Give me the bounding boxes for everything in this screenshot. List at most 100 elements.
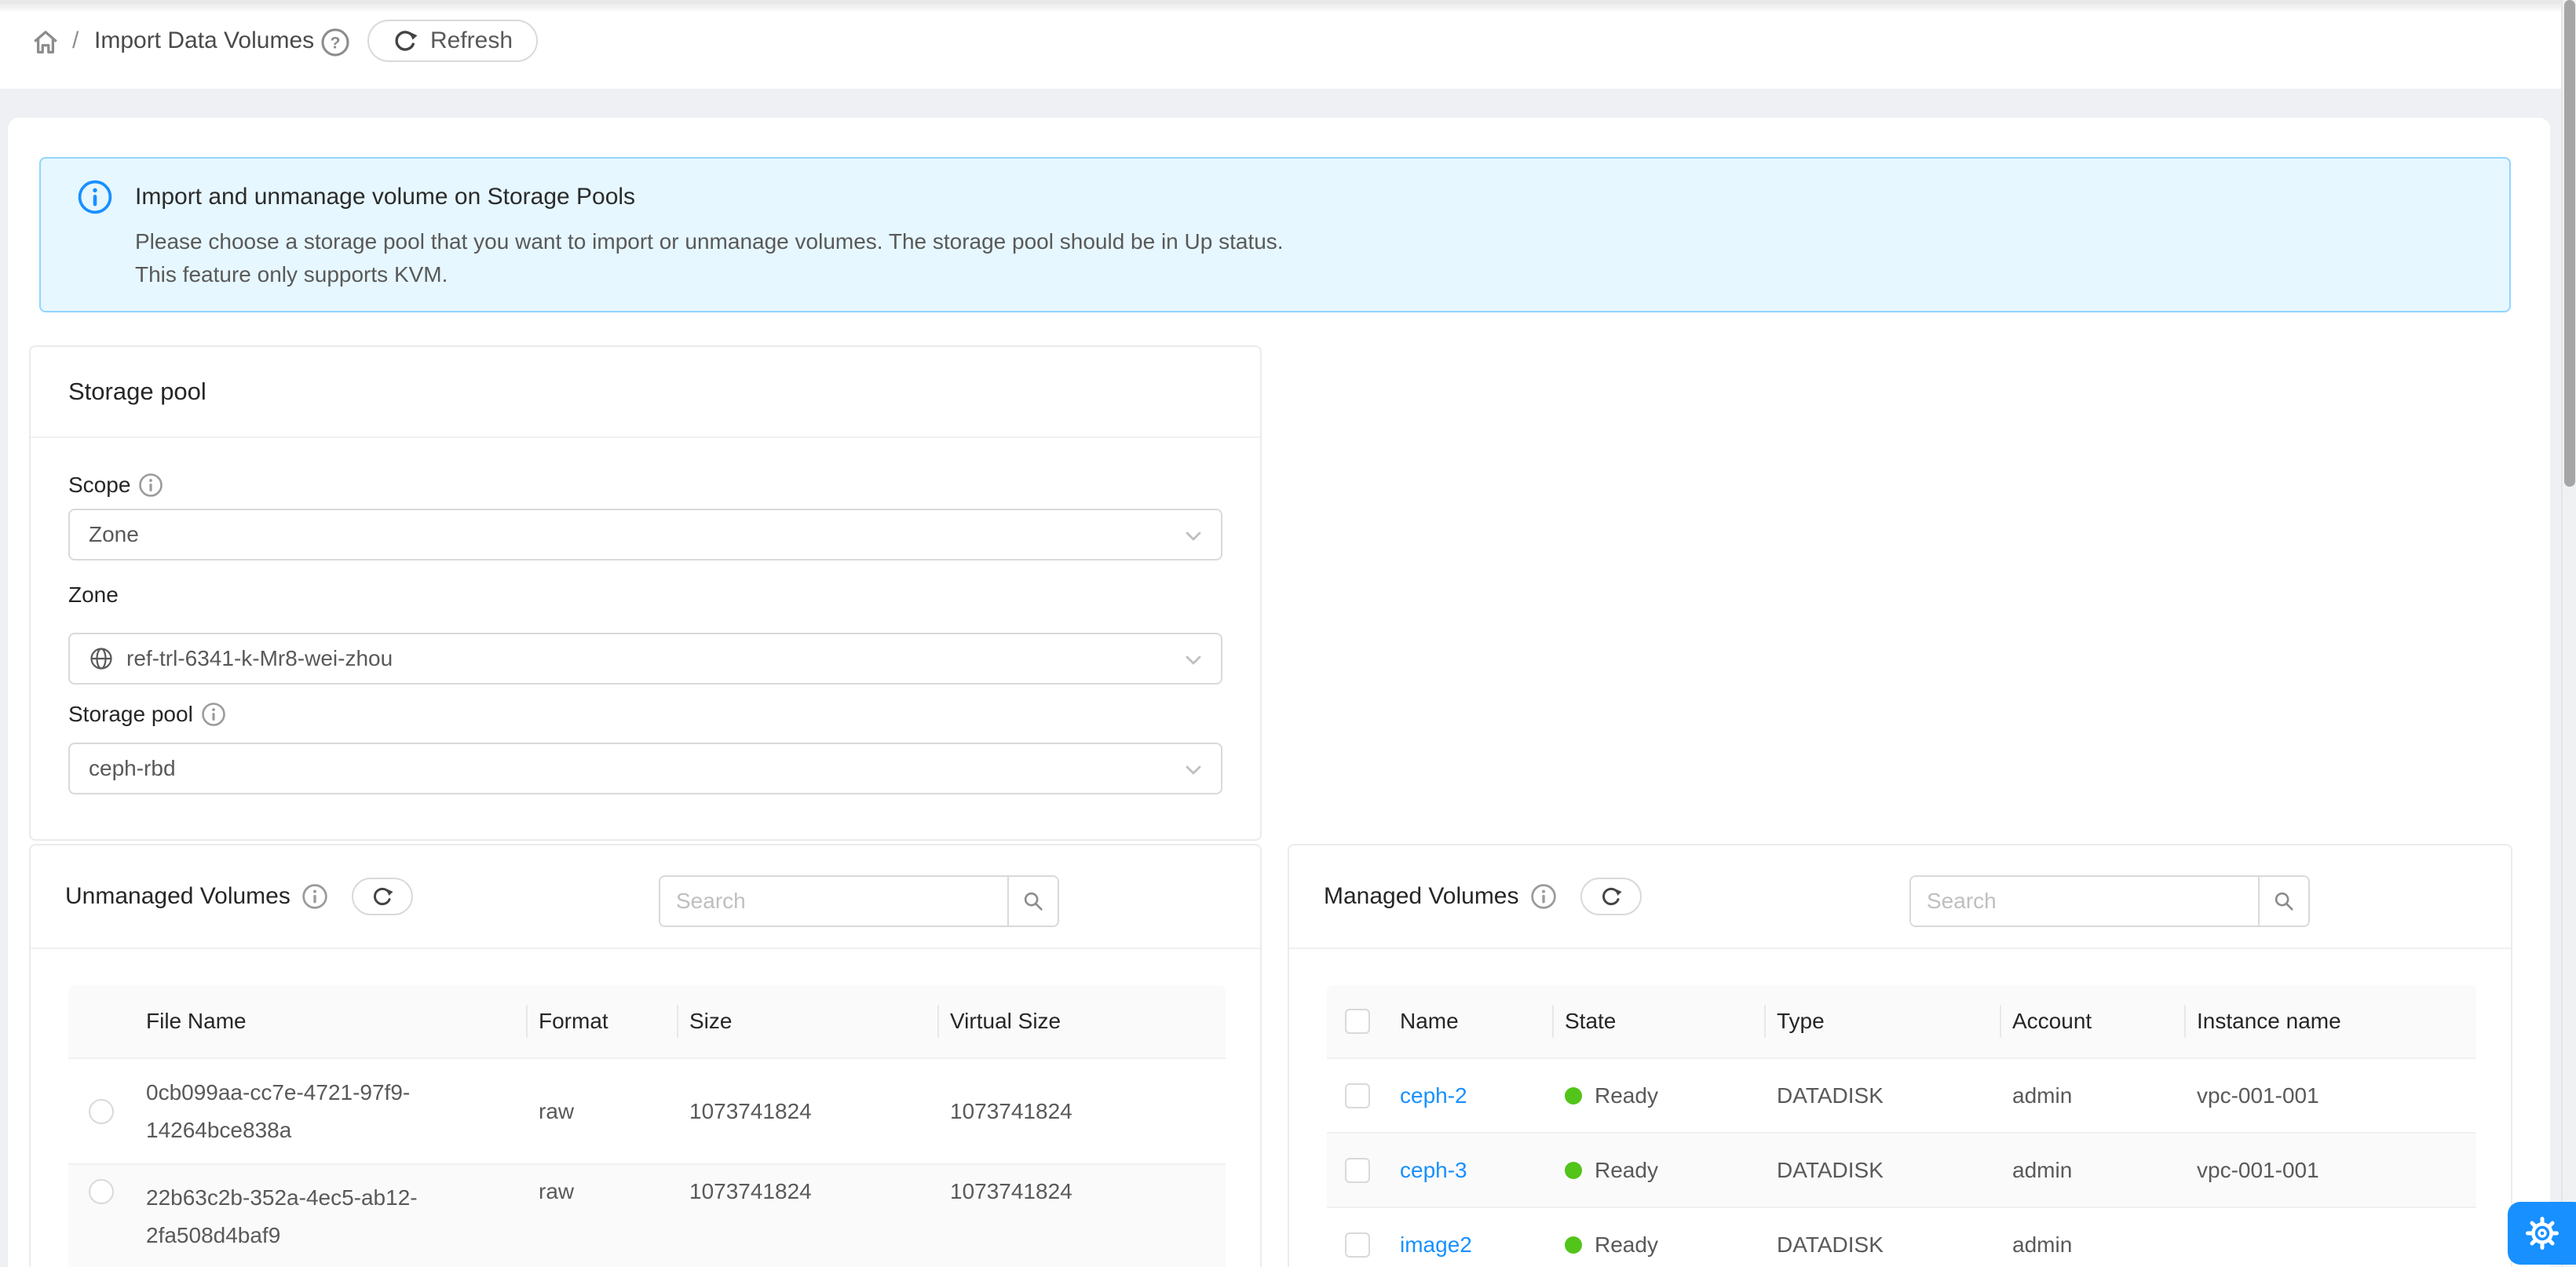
managed-title: Managed Volumes bbox=[1324, 883, 1519, 910]
chevron-down-icon bbox=[1182, 648, 1205, 672]
table-row[interactable]: 22b63c2b-352a-4ec5-ab12-2fa508d4baf9 raw… bbox=[68, 1163, 1226, 1267]
row-checkbox[interactable] bbox=[1345, 1158, 1370, 1183]
zone-select[interactable]: ref-trl-6341-k-Mr8-wei-zhou bbox=[68, 633, 1222, 685]
unmanaged-section-header: Unmanaged Volumes bbox=[65, 845, 413, 948]
cell-size: 1073741824 bbox=[677, 1099, 937, 1124]
storage-pool-field-label: Storage pool bbox=[68, 702, 226, 727]
help-question-icon[interactable] bbox=[320, 27, 350, 57]
storage-pool-card-title: Storage pool bbox=[31, 347, 1260, 438]
unmanaged-search-button[interactable] bbox=[1007, 877, 1058, 926]
unmanaged-table-header: File Name Format Size Virtual Size bbox=[68, 985, 1226, 1057]
managed-volumes-card: Managed Volumes Name State Type bbox=[1288, 844, 2512, 1267]
table-row[interactable]: ceph-3 Ready DATADISK admin vpc-001-001 bbox=[1327, 1132, 2476, 1207]
column-header-size: Size bbox=[677, 1009, 937, 1034]
globe-icon bbox=[89, 646, 114, 671]
managed-search-input[interactable] bbox=[1911, 877, 2258, 926]
cell-size: 1073741824 bbox=[677, 1179, 937, 1204]
breadcrumb-separator: / bbox=[72, 27, 79, 54]
cell-virtual-size: 1073741824 bbox=[937, 1179, 1226, 1204]
cell-type: DATADISK bbox=[1764, 1232, 2000, 1258]
cell-state: Ready bbox=[1595, 1232, 1658, 1258]
gear-icon bbox=[2523, 1214, 2561, 1252]
column-header-account: Account bbox=[2000, 1009, 2184, 1034]
cell-virtual-size: 1073741824 bbox=[937, 1099, 1226, 1124]
volume-name-link[interactable]: ceph-3 bbox=[1400, 1158, 1467, 1182]
column-header-name: Name bbox=[1387, 1009, 1552, 1034]
reload-icon bbox=[1600, 885, 1622, 907]
info-circle-icon bbox=[77, 179, 113, 215]
cell-type: DATADISK bbox=[1764, 1083, 2000, 1108]
search-icon bbox=[1021, 889, 1045, 913]
info-circle-icon bbox=[301, 883, 328, 910]
zone-label-text: Zone bbox=[68, 582, 119, 608]
scope-select[interactable]: Zone bbox=[68, 509, 1222, 560]
cell-format: raw bbox=[526, 1099, 677, 1124]
info-circle-icon bbox=[138, 473, 163, 498]
search-icon bbox=[2272, 889, 2296, 913]
alert-title: Import and unmanage volume on Storage Po… bbox=[135, 184, 635, 210]
table-row[interactable]: ceph-2 Ready DATADISK admin vpc-001-001 bbox=[1327, 1057, 2476, 1132]
cell-instance: vpc-001-001 bbox=[2184, 1083, 2476, 1108]
unmanaged-refresh-button[interactable] bbox=[352, 878, 413, 915]
scope-field-label: Scope bbox=[68, 473, 163, 498]
zone-field-label: Zone bbox=[68, 582, 119, 608]
scrollbar[interactable] bbox=[2561, 0, 2576, 1267]
chevron-down-icon bbox=[1182, 524, 1205, 548]
home-icon[interactable] bbox=[30, 27, 61, 58]
section-divider bbox=[1289, 948, 2511, 949]
cell-account: admin bbox=[2000, 1083, 2184, 1108]
scope-label-text: Scope bbox=[68, 473, 130, 498]
zone-select-value: ref-trl-6341-k-Mr8-wei-zhou bbox=[126, 646, 393, 671]
row-radio[interactable] bbox=[89, 1099, 114, 1124]
reload-icon bbox=[371, 885, 393, 907]
main-panel: Import and unmanage volume on Storage Po… bbox=[8, 118, 2550, 1267]
import-data-volumes-page: / Import Data Volumes Refresh Import and… bbox=[0, 0, 2576, 1267]
row-radio[interactable] bbox=[89, 1179, 114, 1204]
cell-format: raw bbox=[526, 1179, 677, 1204]
managed-refresh-button[interactable] bbox=[1580, 878, 1642, 915]
unmanaged-title: Unmanaged Volumes bbox=[65, 883, 290, 910]
managed-search bbox=[1909, 875, 2310, 927]
unmanaged-table: File Name Format Size Virtual Size 0cb09… bbox=[68, 985, 1226, 1267]
settings-fab-button[interactable] bbox=[2508, 1202, 2576, 1265]
scrollbar-thumb[interactable] bbox=[2564, 0, 2575, 487]
cell-account: admin bbox=[2000, 1158, 2184, 1183]
refresh-label: Refresh bbox=[430, 27, 513, 54]
table-row[interactable]: image2 Ready DATADISK admin bbox=[1327, 1207, 2476, 1267]
cell-type: DATADISK bbox=[1764, 1158, 2000, 1183]
volume-name-link[interactable]: image2 bbox=[1400, 1232, 1472, 1257]
info-circle-icon bbox=[201, 702, 226, 727]
info-circle-icon bbox=[1530, 883, 1557, 910]
managed-search-button[interactable] bbox=[2258, 877, 2308, 926]
column-header-file-name: File Name bbox=[133, 1009, 526, 1034]
unmanaged-search-input[interactable] bbox=[660, 877, 1007, 926]
table-row[interactable]: 0cb099aa-cc7e-4721-97f9-14264bce838a raw… bbox=[68, 1057, 1226, 1163]
managed-section-header: Managed Volumes bbox=[1324, 845, 1642, 948]
managed-table: Name State Type Account Instance name ce… bbox=[1327, 985, 2476, 1267]
breadcrumb-page-title: Import Data Volumes bbox=[94, 27, 314, 54]
unmanaged-search bbox=[659, 875, 1059, 927]
column-header-state: State bbox=[1552, 1009, 1764, 1034]
column-header-format: Format bbox=[526, 1009, 677, 1034]
refresh-button[interactable]: Refresh bbox=[367, 20, 538, 62]
ready-status-dot bbox=[1565, 1162, 1582, 1179]
section-divider bbox=[31, 948, 1260, 949]
row-checkbox[interactable] bbox=[1345, 1232, 1370, 1258]
cell-state: Ready bbox=[1595, 1083, 1658, 1108]
info-alert: Import and unmanage volume on Storage Po… bbox=[39, 157, 2511, 312]
storage-pool-card: Storage pool Scope Zone Zone ref-trl-634… bbox=[29, 345, 1262, 841]
column-header-type: Type bbox=[1764, 1009, 2000, 1034]
managed-table-header: Name State Type Account Instance name bbox=[1327, 985, 2476, 1057]
cell-file-name: 0cb099aa-cc7e-4721-97f9-14264bce838a bbox=[133, 1074, 526, 1149]
alert-description-line2: This feature only supports KVM. bbox=[135, 262, 448, 287]
chevron-down-icon bbox=[1182, 758, 1205, 782]
cell-file-name: 22b63c2b-352a-4ec5-ab12-2fa508d4baf9 bbox=[133, 1179, 526, 1254]
ready-status-dot bbox=[1565, 1087, 1582, 1105]
storage-pool-select[interactable]: ceph-rbd bbox=[68, 743, 1222, 794]
cell-instance: vpc-001-001 bbox=[2184, 1158, 2476, 1183]
scope-select-value: Zone bbox=[89, 522, 139, 547]
row-checkbox[interactable] bbox=[1345, 1083, 1370, 1108]
storage-pool-label-text: Storage pool bbox=[68, 702, 193, 727]
volume-name-link[interactable]: ceph-2 bbox=[1400, 1083, 1467, 1108]
select-all-checkbox[interactable] bbox=[1345, 1009, 1370, 1034]
